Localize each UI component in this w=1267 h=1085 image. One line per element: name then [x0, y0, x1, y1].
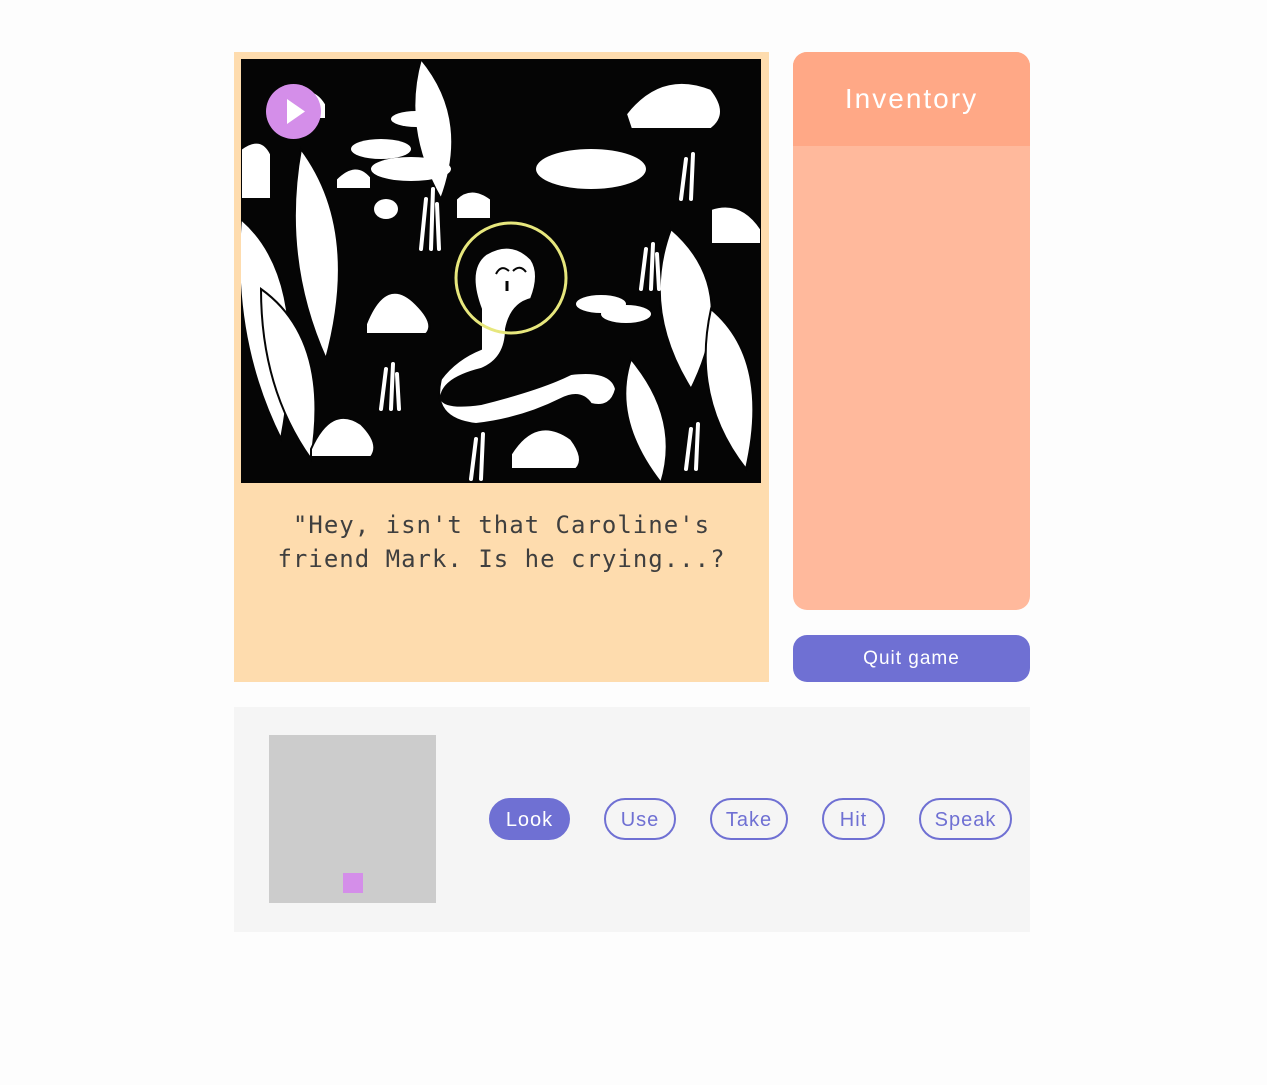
action-bar: Look Use Take Hit Speak	[234, 707, 1030, 932]
game-panel: "Hey, isn't that Caroline's friend Mark.…	[234, 52, 769, 682]
use-button[interactable]: Use	[604, 798, 676, 840]
dialogue-text: "Hey, isn't that Caroline's friend Mark.…	[277, 511, 726, 573]
inventory-title: Inventory	[793, 52, 1030, 146]
take-button[interactable]: Take	[710, 798, 788, 840]
play-button[interactable]	[266, 84, 321, 139]
minimap	[269, 735, 436, 903]
speak-button[interactable]: Speak	[919, 798, 1012, 840]
player-marker	[343, 873, 363, 893]
scene-viewport[interactable]	[241, 59, 761, 483]
inventory-panel: Inventory	[793, 52, 1030, 610]
play-icon	[287, 99, 305, 124]
quit-game-button[interactable]: Quit game	[793, 635, 1030, 682]
hit-button[interactable]: Hit	[822, 798, 885, 840]
look-button[interactable]: Look	[489, 798, 570, 840]
